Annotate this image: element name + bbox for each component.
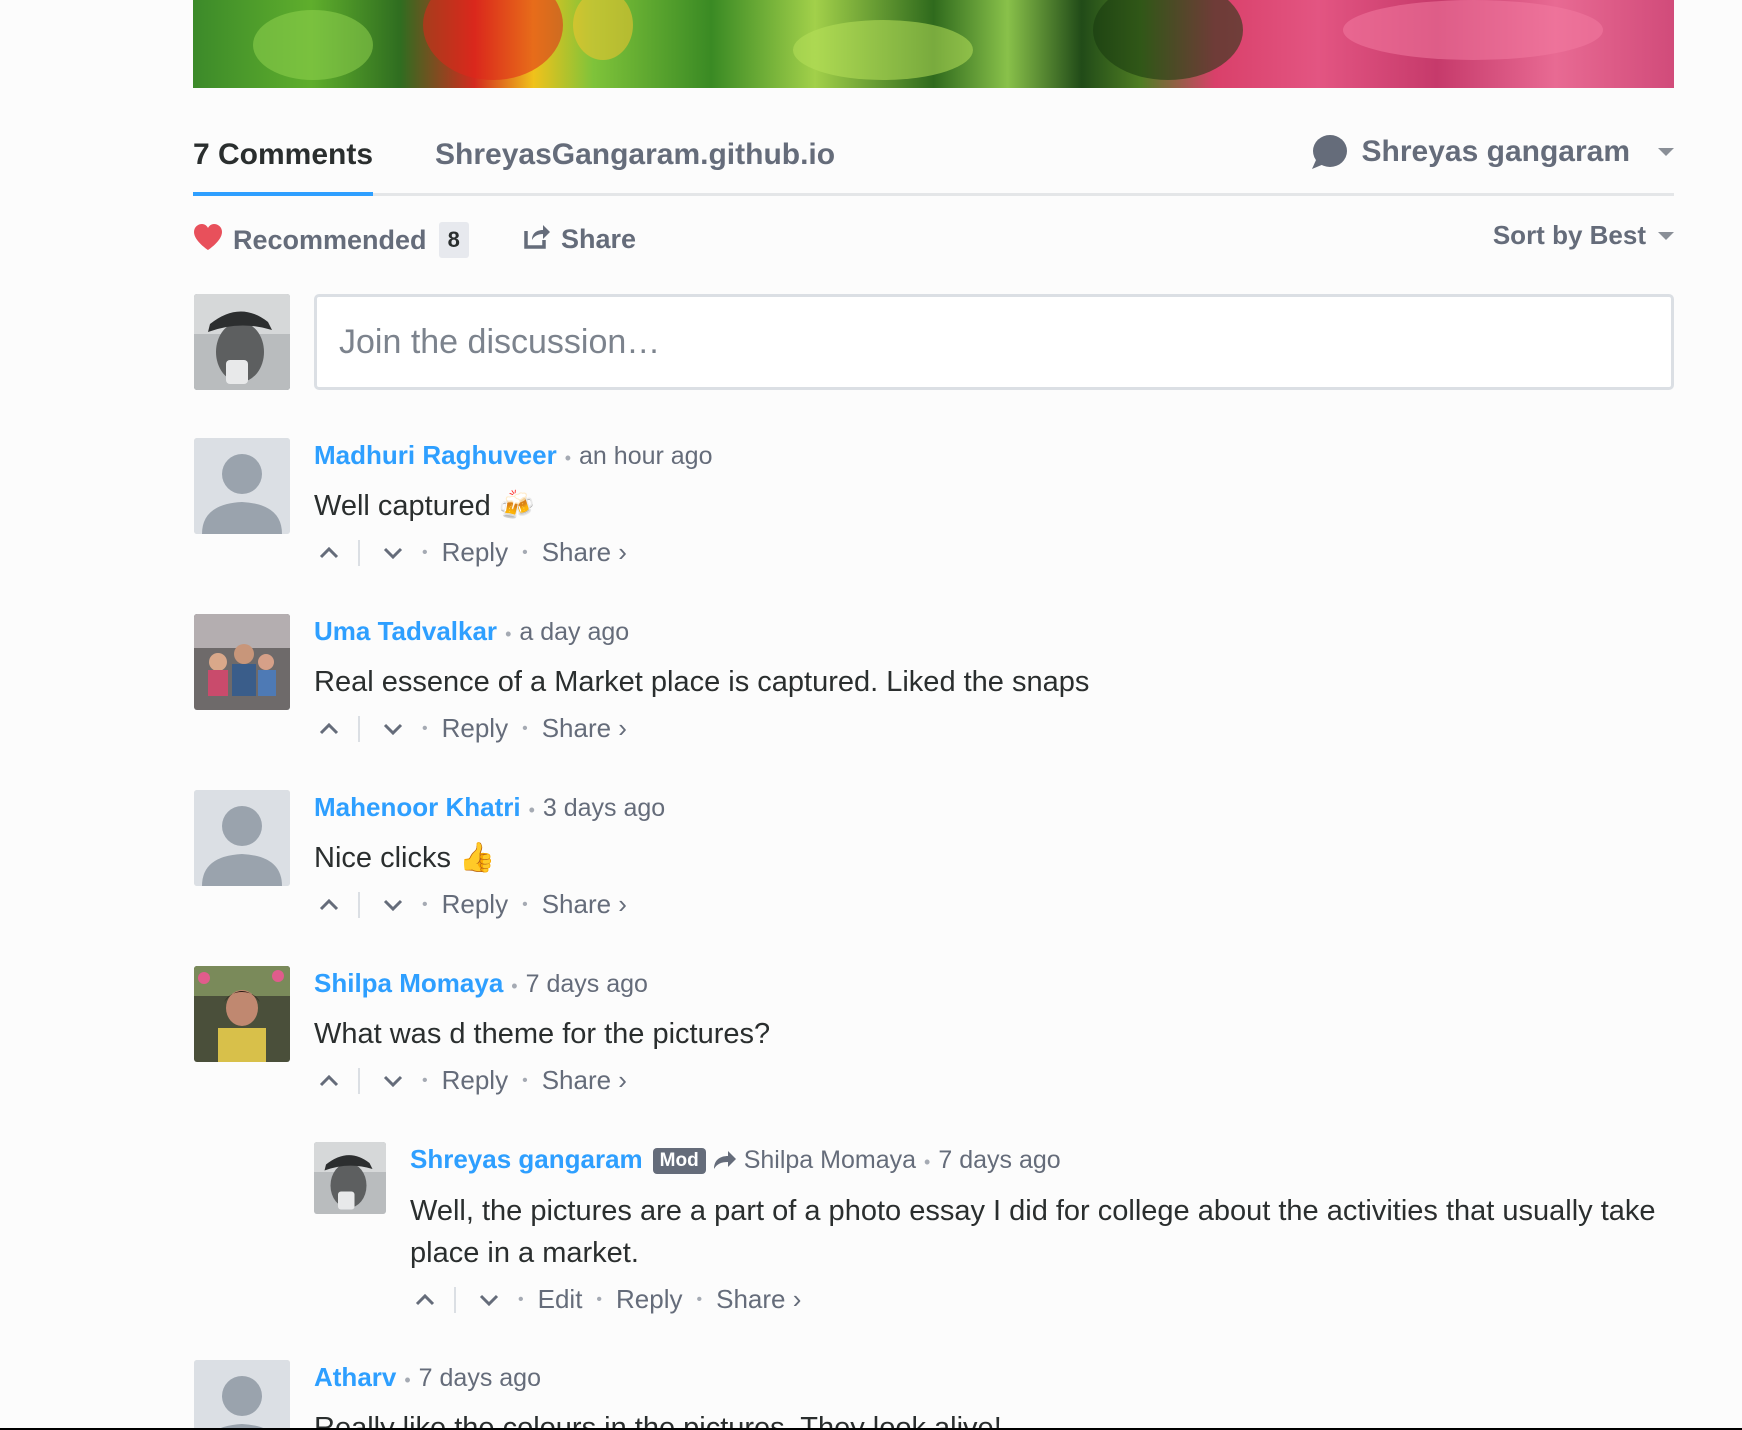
- comment-composer-input[interactable]: [314, 294, 1674, 390]
- upvote-icon[interactable]: [314, 1068, 344, 1094]
- current-user-avatar[interactable]: [194, 294, 290, 390]
- recommend-label: Recommended: [233, 224, 427, 255]
- comment-item: Shilpa Momaya • 7 days ago What was d th…: [314, 968, 1674, 1096]
- comment-timestamp[interactable]: 7 days ago: [419, 1364, 541, 1393]
- default-user-icon: [194, 790, 290, 886]
- comment-body: Well captured 🍻: [314, 490, 535, 522]
- upvote-icon[interactable]: [410, 1287, 440, 1313]
- upvote-icon[interactable]: [314, 716, 344, 742]
- downvote-icon[interactable]: [474, 1287, 504, 1313]
- user-menu-name: Shreyas gangaram: [1361, 135, 1630, 168]
- reply-link[interactable]: Reply: [442, 537, 508, 568]
- share-label: Share: [561, 224, 637, 254]
- comment-author[interactable]: Atharv: [314, 1362, 396, 1393]
- reply-link[interactable]: Reply: [442, 1065, 508, 1096]
- sort-label: Sort by Best: [1492, 220, 1646, 250]
- comment-author[interactable]: Shilpa Momaya: [314, 968, 503, 999]
- comment-timestamp[interactable]: a day ago: [519, 618, 629, 647]
- heart-icon: [193, 223, 223, 258]
- moderator-badge: Mod: [652, 1148, 706, 1174]
- comment-footer: • Reply • Share ›: [314, 1065, 1674, 1096]
- comment-item: Atharv • 7 days ago Really like the colo…: [314, 1362, 1674, 1428]
- comment-timestamp[interactable]: 7 days ago: [526, 970, 648, 999]
- share-link[interactable]: Share ›: [542, 1065, 627, 1096]
- downvote-icon[interactable]: [378, 892, 408, 918]
- comment-footer: • Reply • Share ›: [314, 713, 1674, 744]
- share-discussion-button[interactable]: Share: [523, 222, 636, 257]
- avatar[interactable]: [194, 438, 290, 534]
- recommend-button[interactable]: Recommended 8: [193, 222, 469, 258]
- comment-item: Uma Tadvalkar • a day ago Real essence o…: [314, 616, 1674, 744]
- chevron-down-icon: [1658, 148, 1674, 156]
- speech-bubble-icon: [1310, 134, 1348, 170]
- avatar[interactable]: [194, 966, 290, 1062]
- sort-dropdown[interactable]: Sort by Best: [1493, 220, 1674, 251]
- reply-to-name[interactable]: Shilpa Momaya: [744, 1146, 916, 1175]
- share-link[interactable]: Share ›: [542, 889, 627, 920]
- discussion-actions: Recommended 8 Share Sort by Best: [193, 220, 1674, 264]
- downvote-icon[interactable]: [378, 716, 408, 742]
- comments-tabbar: 7 Comments ShreyasGangaram.github.io Shr…: [193, 120, 1674, 196]
- reply-arrow-icon: [712, 1149, 738, 1178]
- reply-item: Shreyas gangaram Mod Shilpa Momaya • 7 d…: [410, 1144, 1674, 1315]
- reply-link[interactable]: Reply: [616, 1284, 682, 1315]
- comment-body: What was d theme for the pictures?: [314, 1018, 771, 1050]
- comment-timestamp[interactable]: 7 days ago: [938, 1146, 1060, 1175]
- edit-link[interactable]: Edit: [538, 1284, 583, 1315]
- tab-community[interactable]: ShreyasGangaram.github.io: [435, 138, 835, 172]
- tab-comments[interactable]: 7 Comments: [193, 138, 374, 196]
- chevron-down-icon: [1658, 231, 1674, 240]
- avatar[interactable]: [194, 614, 290, 710]
- comment-body: Really like the colours in the pictures.…: [314, 1412, 1002, 1428]
- comment-timestamp[interactable]: an hour ago: [579, 442, 712, 471]
- avatar[interactable]: [194, 1360, 290, 1430]
- default-user-icon: [194, 438, 290, 534]
- comment-footer: • Edit • Reply • Share ›: [410, 1284, 1674, 1315]
- upvote-icon[interactable]: [314, 540, 344, 566]
- share-link[interactable]: Share ›: [542, 537, 627, 568]
- share-link[interactable]: Share ›: [716, 1284, 801, 1315]
- reply-link[interactable]: Reply: [442, 889, 508, 920]
- avatar[interactable]: [314, 1142, 386, 1214]
- comment-author[interactable]: Madhuri Raghuveer: [314, 440, 557, 471]
- default-user-icon: [194, 1360, 290, 1430]
- downvote-icon[interactable]: [378, 540, 408, 566]
- avatar[interactable]: [194, 790, 290, 886]
- user-menu[interactable]: Shreyas gangaram: [1310, 134, 1674, 170]
- comment-author[interactable]: Shreyas gangaram: [410, 1144, 643, 1175]
- upvote-icon[interactable]: [314, 892, 344, 918]
- downvote-icon[interactable]: [378, 1068, 408, 1094]
- comment-timestamp[interactable]: 3 days ago: [543, 794, 665, 823]
- comment-item: Mahenoor Khatri • 3 days ago Nice clicks…: [314, 792, 1674, 920]
- share-link[interactable]: Share ›: [542, 713, 627, 744]
- comment-author[interactable]: Uma Tadvalkar: [314, 616, 497, 647]
- recommend-count-badge: 8: [438, 222, 469, 258]
- comment-body: Real essence of a Market place is captur…: [314, 666, 1090, 698]
- comment-item: Madhuri Raghuveer • an hour ago Well cap…: [314, 440, 1674, 568]
- comment-author[interactable]: Mahenoor Khatri: [314, 792, 521, 823]
- article-hero-image: [193, 0, 1674, 88]
- comment-footer: • Reply • Share ›: [314, 889, 1674, 920]
- share-icon: [523, 222, 551, 257]
- comment-body: Well, the pictures are a part of a photo…: [410, 1195, 1656, 1269]
- reply-link[interactable]: Reply: [442, 713, 508, 744]
- comment-body: Nice clicks 👍: [314, 842, 496, 874]
- comment-footer: • Reply • Share ›: [314, 537, 1674, 568]
